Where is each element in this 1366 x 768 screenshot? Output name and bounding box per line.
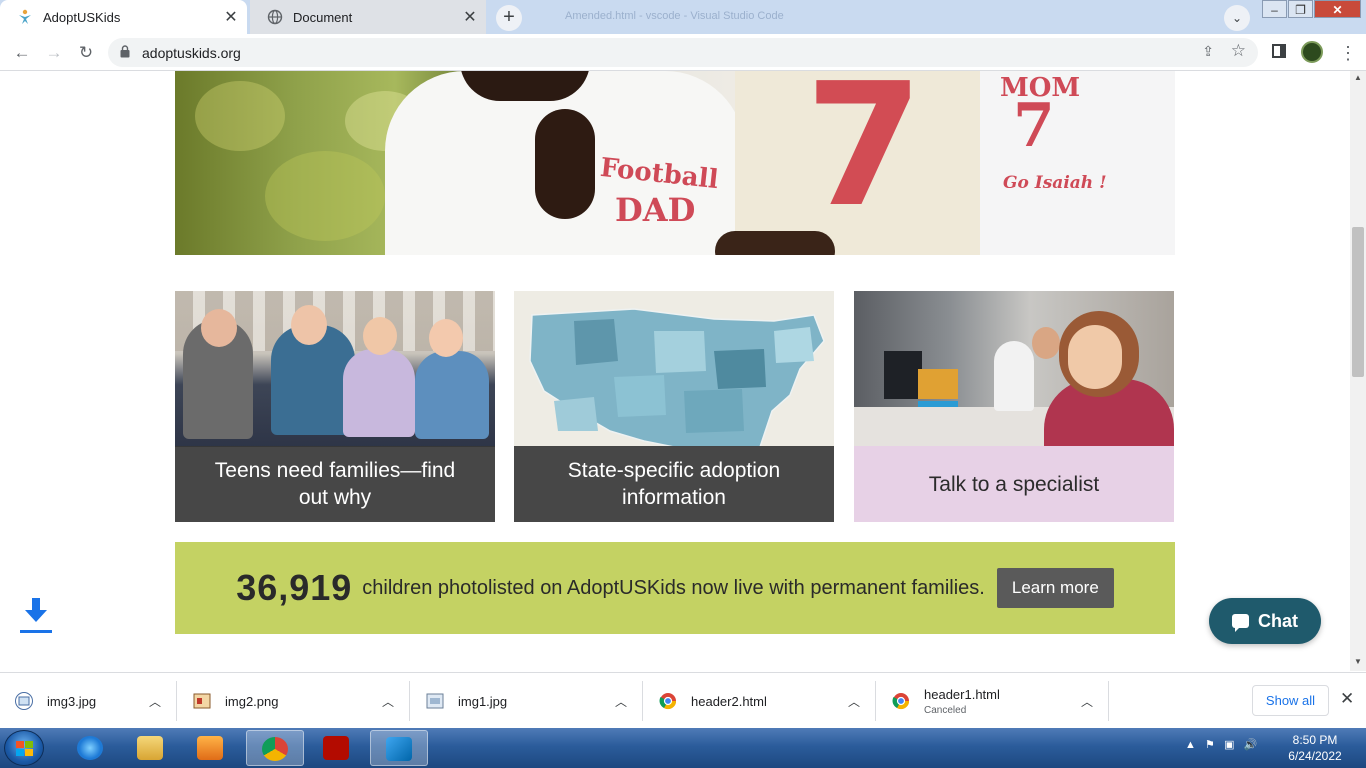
new-tab-button[interactable]: +	[496, 5, 522, 31]
acrobat-taskbar-icon[interactable]	[308, 730, 366, 766]
media-player-taskbar-icon[interactable]	[182, 730, 240, 766]
windows-logo-icon	[16, 741, 33, 756]
tab-title: Document	[293, 9, 353, 25]
download-filename: img3.jpg	[47, 693, 97, 709]
download-shelf: img3.jpg ︿ img2.png ︿ img1.jpg ︿ header2…	[0, 672, 1366, 728]
card-caption: Teens need families—find out why	[175, 446, 495, 522]
close-window-button[interactable]: ✕	[1314, 0, 1361, 18]
scroll-up-arrow-icon[interactable]: ▲	[1354, 73, 1362, 82]
background-window-title: Amended.html - vscode - Visual Studio Co…	[565, 10, 784, 22]
address-bar[interactable]: adoptuskids.org ⇪ ☆	[108, 38, 1258, 67]
minimize-window-button[interactable]: –	[1262, 0, 1287, 18]
vscode-taskbar-icon[interactable]	[370, 730, 428, 766]
chevron-up-icon[interactable]: ︿	[149, 693, 161, 710]
tab-adoptuskids[interactable]: AdoptUSKids ✕	[0, 0, 247, 34]
globe-icon	[267, 9, 283, 25]
clock-time: 8:50 PM	[1292, 733, 1338, 747]
download-item[interactable]: img1.jpg ︿	[426, 681, 643, 721]
card-caption: Talk to a specialist	[854, 446, 1174, 522]
chrome-icon	[659, 693, 677, 710]
forward-arrow-icon[interactable]: →	[43, 42, 65, 64]
show-all-downloads-button[interactable]: Show all	[1252, 685, 1329, 716]
hero-shirt-text-dad: DAD	[615, 191, 696, 229]
tab-document[interactable]: Document ✕	[250, 0, 486, 34]
chevron-up-icon[interactable]: ︿	[382, 693, 394, 710]
download-item[interactable]: img3.jpg ︿	[15, 681, 177, 721]
chat-bubble-icon	[1232, 614, 1249, 632]
internet-explorer-taskbar-icon[interactable]	[62, 730, 120, 766]
stats-number: 36,919	[236, 567, 353, 608]
chevron-up-icon[interactable]: ︿	[615, 693, 627, 710]
restore-window-button[interactable]: ❐	[1288, 0, 1313, 18]
image-file-icon	[426, 693, 444, 709]
close-shelf-icon[interactable]: ✕	[1340, 689, 1354, 709]
bookmark-star-icon[interactable]: ☆	[1231, 41, 1246, 61]
page-scrollbar[interactable]: ▲ ▼	[1350, 71, 1366, 671]
stats-banner: 36,919 children photolisted on AdoptUSKi…	[175, 542, 1175, 634]
scroll-down-arrow-icon[interactable]: ▼	[1354, 657, 1362, 666]
start-button[interactable]	[4, 730, 44, 766]
download-filename: header1.html	[924, 686, 1000, 702]
side-panel-icon[interactable]	[1272, 44, 1286, 58]
image-file-icon	[193, 693, 211, 709]
tab-search-chevron-icon[interactable]: ⌄	[1224, 5, 1250, 31]
page-viewport: Football DAD 7 MOM 7 Go Isaiah ! Teens n…	[0, 71, 1350, 671]
hero-shirt-text-mom-number: 7	[1013, 91, 1055, 161]
scrollbar-thumb[interactable]	[1352, 227, 1364, 377]
learn-more-button[interactable]: Learn more	[996, 568, 1114, 608]
tab-title: AdoptUSKids	[43, 9, 121, 25]
download-item[interactable]: header2.html ︿	[659, 681, 876, 721]
file-explorer-taskbar-icon[interactable]	[122, 730, 180, 766]
download-item[interactable]: header1.html Canceled ︿	[892, 681, 1109, 721]
clock-date: 6/24/2022	[1288, 749, 1342, 763]
download-filename: img2.png	[225, 693, 279, 709]
card-caption: State-specific adoption information	[514, 446, 834, 522]
adoptuskids-favicon-icon	[17, 9, 33, 25]
card-talk-to-specialist[interactable]: Talk to a specialist	[854, 291, 1174, 522]
chevron-up-icon[interactable]: ︿	[848, 693, 860, 710]
chrome-taskbar-icon[interactable]	[246, 730, 304, 766]
card-teens-need-families[interactable]: Teens need families—find out why	[175, 291, 495, 522]
system-tray-icons[interactable]: ▲ ⚑ ▣ 🔊	[1185, 738, 1257, 751]
chrome-icon	[892, 693, 910, 710]
lock-icon	[120, 45, 130, 58]
taskbar-clock[interactable]: 8:50 PM 6/24/2022	[1280, 732, 1350, 764]
chevron-up-icon[interactable]: ︿	[1081, 693, 1093, 710]
chat-button[interactable]: Chat	[1209, 598, 1321, 644]
hero-shirt-text-go: Go Isaiah !	[1003, 173, 1107, 193]
hero-jersey-number: 7	[805, 71, 924, 245]
windows-taskbar: ▲ ⚑ ▣ 🔊 8:50 PM 6/24/2022	[0, 728, 1366, 768]
download-arrow-icon[interactable]	[20, 596, 52, 634]
download-filename: header2.html	[691, 693, 767, 709]
profile-avatar[interactable]	[1301, 41, 1323, 63]
card-state-specific-adoption[interactable]: State-specific adoption information	[514, 291, 834, 522]
hero-image: Football DAD 7 MOM 7 Go Isaiah !	[175, 71, 1175, 255]
image-file-icon	[15, 692, 33, 710]
card-photo-family	[175, 291, 495, 447]
stats-text: children photolisted on AdoptUSKids now …	[362, 576, 985, 599]
download-status: Canceled	[924, 704, 967, 716]
reload-icon[interactable]: ↻	[75, 42, 97, 64]
download-filename: img1.jpg	[458, 693, 508, 709]
browser-toolbar: ← → ↻ adoptuskids.org ⇪ ☆ ⋮	[0, 34, 1366, 71]
card-photo-call-center	[854, 291, 1174, 447]
url-text: adoptuskids.org	[142, 45, 241, 61]
card-photo-us-map	[514, 291, 834, 448]
close-tab-icon[interactable]: ✕	[459, 7, 481, 27]
download-item[interactable]: img2.png ︿	[193, 681, 410, 721]
chat-label: Chat	[1258, 610, 1298, 631]
back-arrow-icon[interactable]: ←	[11, 42, 33, 64]
tab-strip: AdoptUSKids ✕ Document ✕ + Amended.html …	[0, 0, 1366, 34]
kebab-menu-icon[interactable]: ⋮	[1338, 42, 1358, 64]
share-icon[interactable]: ⇪	[1202, 43, 1214, 60]
close-tab-icon[interactable]: ✕	[220, 7, 242, 27]
